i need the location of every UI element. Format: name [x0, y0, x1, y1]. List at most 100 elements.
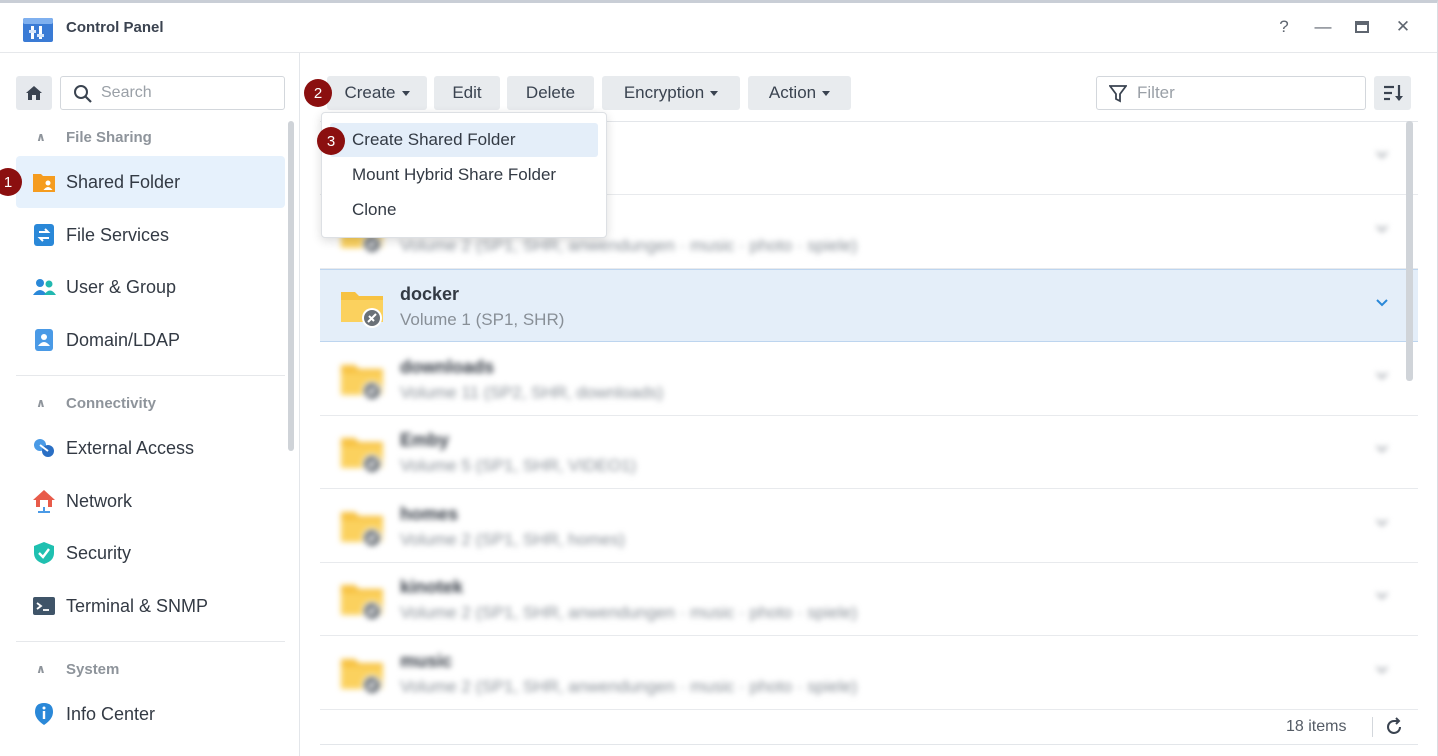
encryption-label: Encryption: [623, 83, 705, 102]
section-connectivity[interactable]: ∧ Connectivity: [36, 392, 156, 414]
search-input[interactable]: [101, 83, 271, 103]
sidebar: ∧ File Sharing Shared Folder File Servic…: [0, 53, 300, 756]
sidebar-divider: [16, 375, 285, 376]
table-row[interactable]: downloads Volume 11 (SP2, SHR, downloads): [320, 343, 1418, 416]
shield-icon: [34, 542, 54, 564]
sidebar-search[interactable]: [60, 76, 285, 110]
section-system[interactable]: ∧ System: [36, 658, 119, 680]
sidebar-item-label: Shared Folder: [66, 171, 181, 192]
close-button[interactable]: ✕: [1392, 16, 1414, 38]
section-title: File Sharing: [66, 128, 152, 146]
sidebar-item-shared-folder[interactable]: Shared Folder: [16, 156, 285, 208]
chevron-down-icon[interactable]: [1375, 663, 1389, 677]
folder-name: docker: [400, 284, 460, 304]
minimize-button[interactable]: —: [1312, 16, 1334, 38]
chevron-down-icon[interactable]: [1375, 148, 1389, 162]
action-button[interactable]: Action: [748, 76, 851, 110]
domain-ldap-icon: [35, 329, 53, 351]
folder-name: Emby: [400, 430, 450, 450]
folder-volume: Volume 2 (SP1, SHR, homes): [400, 530, 625, 549]
home-button[interactable]: [16, 76, 52, 110]
control-panel-app-icon: [23, 18, 53, 42]
chevron-down-icon[interactable]: [1375, 589, 1389, 603]
folder-name: music: [400, 651, 453, 671]
action-label: Action: [768, 83, 817, 102]
chevron-down-icon[interactable]: [1375, 442, 1389, 456]
table-row[interactable]: docker Volume 1 (SP1, SHR): [320, 269, 1418, 342]
sidebar-scrollbar[interactable]: [288, 121, 294, 451]
chevron-down-icon[interactable]: [1375, 516, 1389, 530]
caret-down-icon: [822, 90, 831, 96]
shared-folder-icon: [341, 585, 383, 621]
sidebar-item-network[interactable]: Network: [16, 475, 285, 527]
step-badge-2: 2: [304, 79, 332, 107]
list-footer-border: [320, 744, 1418, 745]
chevron-down-icon[interactable]: [1375, 296, 1389, 310]
folder-volume: Volume 1 (SP1, SHR): [400, 310, 565, 329]
terminal-icon: [33, 597, 55, 615]
menu-item-clone[interactable]: Clone: [330, 193, 598, 227]
folder-volume: Volume 2 (SP1, SHR, anwendungen · music …: [400, 236, 858, 255]
section-title: Connectivity: [66, 394, 157, 412]
sidebar-item-terminal[interactable]: Terminal & SNMP: [16, 580, 285, 632]
table-row[interactable]: homes Volume 2 (SP1, SHR, homes): [320, 490, 1418, 563]
create-label: Create: [344, 83, 396, 102]
encryption-button[interactable]: Encryption: [602, 76, 740, 110]
sort-button[interactable]: [1374, 76, 1411, 110]
section-title: System: [66, 660, 120, 678]
sidebar-item-label: User & Group: [66, 276, 177, 297]
user-group-icon: [33, 279, 56, 295]
sidebar-item-label: Domain/LDAP: [66, 329, 181, 350]
shared-folder-icon: [341, 292, 383, 328]
folder-name: downloads: [400, 357, 494, 377]
folder-volume: Volume 2 (SP1, SHR, anwendungen · music …: [400, 603, 858, 622]
shared-folder-icon: [341, 438, 383, 474]
home-icon: [26, 86, 42, 100]
refresh-icon[interactable]: [1384, 717, 1404, 737]
menu-item-mount-hybrid-share-folder[interactable]: Mount Hybrid Share Folder: [330, 158, 598, 192]
chevron-down-icon[interactable]: [1375, 222, 1389, 236]
title-bar: Control Panel ? — ✕: [0, 3, 1437, 53]
sidebar-item-label: Info Center: [66, 703, 156, 724]
sidebar-item-external-access[interactable]: External Access: [16, 422, 285, 474]
table-row[interactable]: music Volume 2 (SP1, SHR, anwendungen · m…: [320, 637, 1418, 710]
sidebar-item-label: File Services: [66, 224, 170, 245]
search-icon: [74, 85, 92, 103]
folder-volume: Volume 2 (SP1, SHR, anwendungen · music …: [400, 677, 858, 696]
sidebar-item-label: Security: [66, 542, 132, 563]
caret-down-icon: [710, 90, 719, 96]
sidebar-item-file-services[interactable]: File Services: [16, 209, 285, 261]
create-dropdown-menu: Create Shared Folder Mount Hybrid Share …: [321, 112, 607, 238]
sidebar-divider: [16, 641, 285, 642]
footer-separator: [1372, 717, 1373, 737]
sidebar-item-domain-ldap[interactable]: Domain/LDAP: [16, 314, 285, 366]
maximize-icon: [1355, 21, 1369, 33]
control-panel-window: Control Panel ? — ✕ ∧ File Sharing Share…: [0, 0, 1438, 756]
list-scrollbar[interactable]: [1406, 121, 1413, 381]
section-file-sharing[interactable]: ∧ File Sharing: [36, 126, 152, 148]
filter-box[interactable]: [1096, 76, 1366, 110]
edit-button[interactable]: Edit: [434, 76, 500, 110]
sidebar-item-info-center[interactable]: Info Center: [16, 688, 285, 740]
sidebar-item-user-group[interactable]: User & Group: [16, 261, 285, 313]
create-button[interactable]: Create: [327, 76, 427, 110]
filter-icon: [1109, 85, 1127, 103]
edit-label: Edit: [452, 83, 482, 102]
shared-folder-icon: [341, 512, 383, 548]
sidebar-item-security[interactable]: Security: [16, 527, 285, 579]
maximize-button[interactable]: [1351, 16, 1373, 38]
folder-name: kinotek: [400, 577, 464, 597]
folder-name: homes: [400, 504, 459, 524]
table-row[interactable]: Emby Volume 5 (SP1, SHR, VIDEO1): [320, 416, 1418, 489]
shared-folder-icon: [341, 365, 383, 401]
chevron-down-icon[interactable]: [1375, 369, 1389, 383]
chevron-up-icon: ∧: [36, 396, 46, 410]
delete-button[interactable]: Delete: [507, 76, 594, 110]
filter-input[interactable]: [1137, 83, 1347, 103]
sidebar-item-label: External Access: [66, 437, 195, 458]
help-button[interactable]: ?: [1273, 16, 1295, 38]
table-row[interactable]: kinotek Volume 2 (SP1, SHR, anwendungen ·…: [320, 563, 1418, 636]
sidebar-item-label: Terminal & SNMP: [66, 595, 209, 616]
menu-item-create-shared-folder[interactable]: Create Shared Folder: [330, 123, 598, 157]
shared-folder-icon: [341, 659, 383, 695]
